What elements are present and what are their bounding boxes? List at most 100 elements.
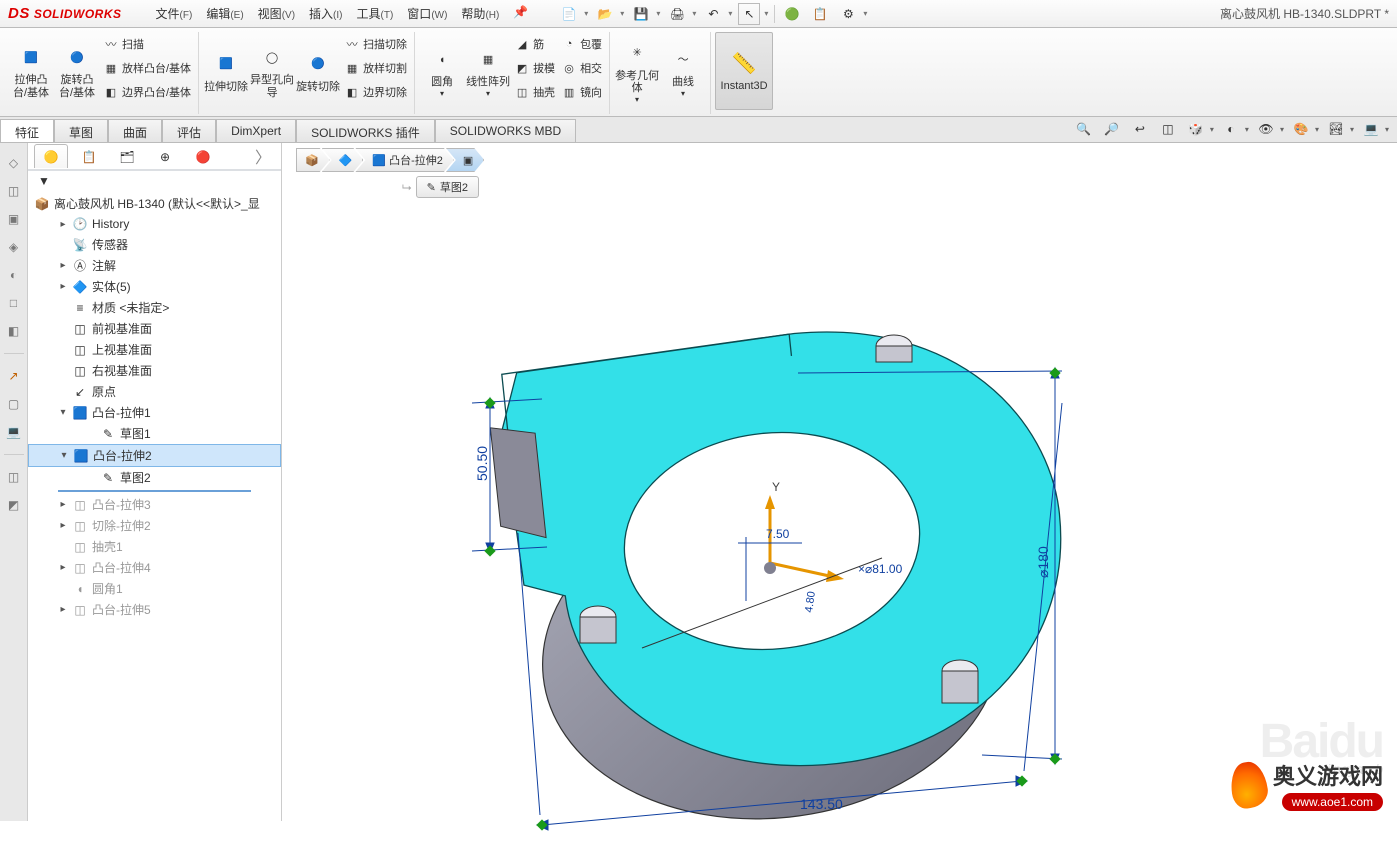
boss-revolve-button[interactable]: 🔵旋转凸台/基体 — [54, 32, 100, 110]
view-settings-icon[interactable]: 💻 — [1360, 118, 1382, 140]
zoom-fit-icon[interactable]: 🔍 — [1073, 118, 1095, 140]
tree-sketch1[interactable]: ✎草图1 — [28, 423, 281, 444]
linear-pattern-button[interactable]: ▦线性阵列▾ — [465, 32, 511, 110]
tree-sensors[interactable]: 📡传感器 — [28, 234, 281, 255]
rib-button[interactable]: ◢筋 — [511, 32, 558, 56]
tab-surface[interactable]: 曲面 — [108, 119, 162, 142]
fm-tab-property[interactable]: 📋 — [72, 144, 106, 168]
cut-boundary-button[interactable]: ◧边界切除 — [341, 80, 410, 104]
select-button[interactable]: ↖ — [738, 3, 760, 25]
open-button[interactable]: 📂 — [594, 3, 616, 25]
hide-show-icon[interactable]: 👁 — [1255, 118, 1277, 140]
scene-icon[interactable]: 🏞 — [1325, 118, 1347, 140]
fillet-button[interactable]: ◖圆角▾ — [419, 32, 465, 110]
tree-cut-extrude2[interactable]: ▸◫切除-拉伸2 — [28, 515, 281, 536]
new-button[interactable]: 📄 — [558, 3, 580, 25]
leftbar-icon-3[interactable]: ▣ — [4, 209, 24, 229]
fm-tab-tree[interactable]: 🟡 — [34, 144, 68, 168]
sweep-button[interactable]: 〰扫描 — [100, 32, 194, 56]
instant3d-button[interactable]: 📏 Instant3D — [715, 32, 773, 110]
save-button[interactable]: 💾 — [630, 3, 652, 25]
pin-icon[interactable]: 📌 — [507, 3, 534, 24]
menu-help[interactable]: 帮助(H) — [455, 3, 505, 24]
model-viewport[interactable]: Y 50.50 143.50 ⌀180 7.50 ×⌀81.00 — [342, 203, 1362, 843]
tab-evaluate[interactable]: 评估 — [162, 119, 216, 142]
leftbar-display-icon[interactable]: 💻 — [4, 422, 24, 442]
undo-button[interactable]: ↶ — [702, 3, 724, 25]
shell-button[interactable]: ◫抽壳 — [511, 80, 558, 104]
prev-view-icon[interactable]: ↩ — [1129, 118, 1151, 140]
curves-button[interactable]: 〜曲线▾ — [660, 32, 706, 110]
wrap-button[interactable]: ◔包覆 — [558, 32, 605, 56]
menu-view[interactable]: 视图(V) — [252, 3, 301, 24]
leftbar-icon-6[interactable]: □ — [4, 293, 24, 313]
print-button[interactable]: 🖨 — [666, 3, 688, 25]
leftbar-icon-10[interactable]: ◩ — [4, 495, 24, 515]
cut-loft-button[interactable]: ▦放样切割 — [341, 56, 410, 80]
menu-edit[interactable]: 编辑(E) — [200, 3, 249, 24]
tree-history[interactable]: ▸🕑History — [28, 214, 281, 234]
cut-sweep-button[interactable]: 〰扫描切除 — [341, 32, 410, 56]
cut-revolve-button[interactable]: 🔵旋转切除 — [295, 32, 341, 110]
boundary-button[interactable]: ◧边界凸台/基体 — [100, 80, 194, 104]
intersect-button[interactable]: ◎相交 — [558, 56, 605, 80]
leftbar-icon-4[interactable]: ◈ — [4, 237, 24, 257]
dim-width-label[interactable]: 143.50 — [800, 796, 843, 812]
fm-tab-display[interactable]: 🔴 — [186, 144, 220, 168]
fm-tab-dimxpert[interactable]: ⊕ — [148, 144, 182, 168]
menu-insert[interactable]: 插入(I) — [303, 3, 348, 24]
mirror-button[interactable]: ▥镜向 — [558, 80, 605, 104]
section-view-icon[interactable]: ◫ — [1157, 118, 1179, 140]
tab-sketch[interactable]: 草图 — [54, 119, 108, 142]
leftbar-arrow-icon[interactable]: ↗ — [4, 366, 24, 386]
leftbar-icon-7[interactable]: ◧ — [4, 321, 24, 341]
tree-shell1[interactable]: ◫抽壳1 — [28, 536, 281, 557]
tree-annotations[interactable]: ▸Ⓐ注解 — [28, 255, 281, 276]
tree-front-plane[interactable]: ◫前视基准面 — [28, 318, 281, 339]
tree-material[interactable]: ≡材质 <未指定> — [28, 297, 281, 318]
menu-tools[interactable]: 工具(T) — [351, 3, 400, 24]
fm-filter-icon[interactable]: ▼ — [28, 171, 281, 191]
fm-tab-config[interactable]: 🗂 — [110, 144, 144, 168]
zoom-area-icon[interactable]: 🔎 — [1101, 118, 1123, 140]
tree-root[interactable]: 📦离心鼓风机 HB-1340 (默认<<默认>_显 — [28, 193, 281, 214]
graphics-area[interactable]: 📦 🔷 🟦凸台-拉伸2 ▣ ⮡ ✎草图2 — [282, 143, 1397, 821]
display-style-icon[interactable]: ◐ — [1220, 118, 1242, 140]
tab-features[interactable]: 特征 — [0, 119, 54, 142]
tree-sketch2[interactable]: ✎草图2 — [28, 467, 281, 488]
view-orientation-icon[interactable]: 🎲 — [1185, 118, 1207, 140]
cut-extrude-button[interactable]: 🟦拉伸切除 — [203, 32, 249, 110]
leftbar-icon-9[interactable]: ◫ — [4, 467, 24, 487]
tree-boss-extrude1[interactable]: ▾🟦凸台-拉伸1 — [28, 402, 281, 423]
menu-window[interactable]: 窗口(W) — [401, 3, 453, 24]
options-button[interactable]: 📋 — [809, 3, 831, 25]
ref-geometry-button[interactable]: ✳参考几何体▾ — [614, 32, 660, 110]
tree-origin[interactable]: ↙原点 — [28, 381, 281, 402]
settings-button[interactable]: ⚙ — [837, 3, 859, 25]
dim-7-5-label[interactable]: 7.50 — [766, 527, 790, 541]
tree-fillet1[interactable]: ◖圆角1 — [28, 578, 281, 599]
tree-boss-extrude4[interactable]: ▸◫凸台-拉伸4 — [28, 557, 281, 578]
leftbar-icon-2[interactable]: ◫ — [4, 181, 24, 201]
tab-dimxpert[interactable]: DimXpert — [216, 119, 296, 142]
tree-boss-extrude5[interactable]: ▸◫凸台-拉伸5 — [28, 599, 281, 620]
rebuild-button[interactable]: 🟢 — [781, 3, 803, 25]
bc-feature[interactable]: 🟦凸台-拉伸2 — [355, 148, 453, 172]
dim-height-label[interactable]: 50.50 — [474, 446, 490, 481]
bc-part[interactable]: 📦 — [296, 148, 330, 172]
tree-top-plane[interactable]: ◫上视基准面 — [28, 339, 281, 360]
tree-boss-extrude3[interactable]: ▸◫凸台-拉伸3 — [28, 494, 281, 515]
appearance-icon[interactable]: 🎨 — [1290, 118, 1312, 140]
boss-extrude-button[interactable]: 🟦拉伸凸台/基体 — [8, 32, 54, 110]
tab-sw-mbd[interactable]: SOLIDWORKS MBD — [435, 119, 576, 142]
fm-arrow-icon[interactable]: 〉 — [255, 144, 271, 168]
tab-sw-addins[interactable]: SOLIDWORKS 插件 — [296, 119, 435, 142]
tree-solids[interactable]: ▸🔷实体(5) — [28, 276, 281, 297]
hole-wizard-button[interactable]: ◯异型孔向导 — [249, 32, 295, 110]
loft-button[interactable]: ▦放样凸台/基体 — [100, 56, 194, 80]
tree-boss-extrude2-selected[interactable]: ▾🟦凸台-拉伸2 — [28, 444, 281, 467]
bc-sketch[interactable]: ✎草图2 — [416, 176, 479, 198]
leftbar-icon-8[interactable]: ▢ — [4, 394, 24, 414]
tree-right-plane[interactable]: ◫右视基准面 — [28, 360, 281, 381]
leftbar-icon-1[interactable]: ◇ — [4, 153, 24, 173]
